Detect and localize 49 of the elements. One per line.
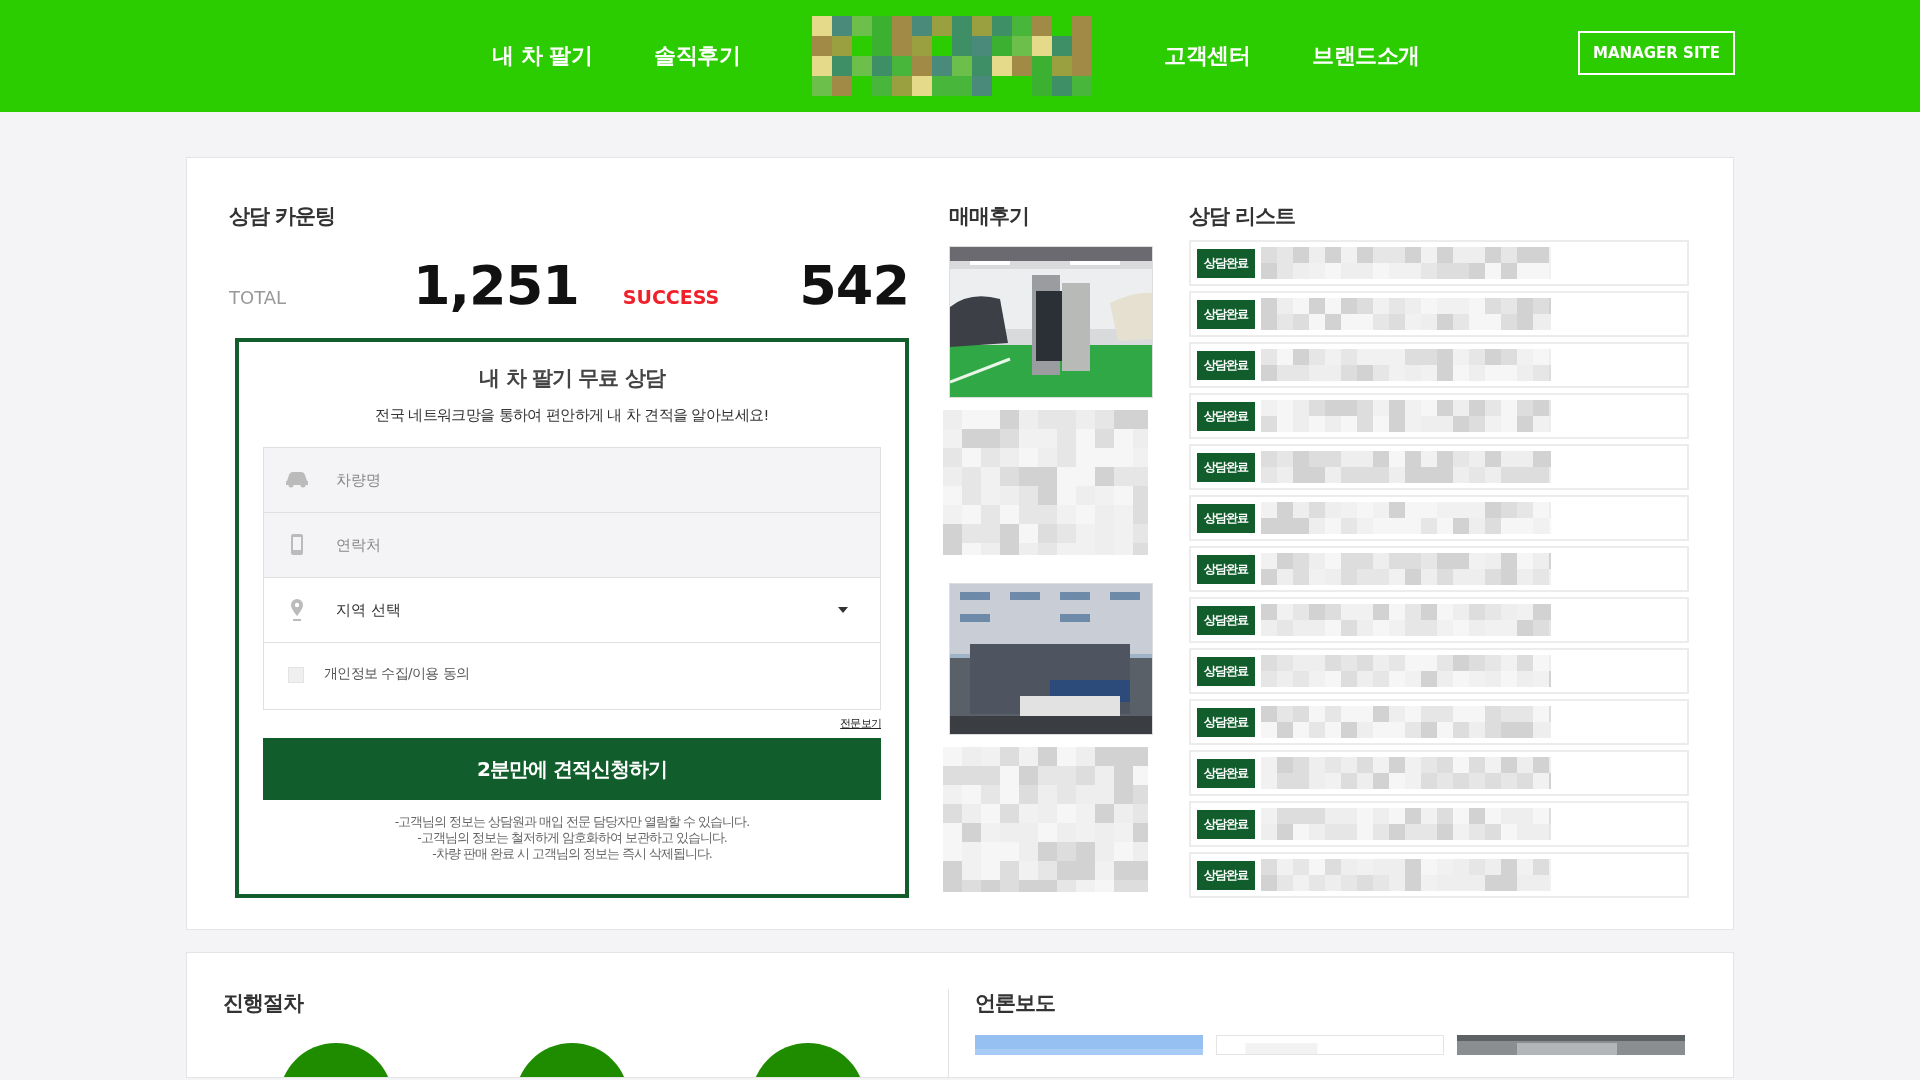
section-title: 언론보도 bbox=[975, 990, 1056, 1017]
status-badge: 상담완료 bbox=[1197, 707, 1255, 737]
status-badge: 상담완료 bbox=[1197, 605, 1255, 635]
list-row[interactable]: 상담완료 bbox=[1189, 597, 1689, 643]
status-badge: 상담완료 bbox=[1197, 452, 1255, 482]
list-row[interactable]: 상담완료 bbox=[1189, 444, 1689, 490]
success-label: SUCCESS bbox=[622, 286, 720, 308]
input-field[interactable]: 연락처 bbox=[264, 513, 880, 578]
notice-text: -차량 판매 완료 시 고객님의 정보는 즉시 삭제됩니다. bbox=[431, 846, 713, 862]
notice-text: -고객님의 정보는 철저하게 암호화하여 보관하고 있습니다. bbox=[416, 830, 728, 846]
status-badge: 상담완료 bbox=[1197, 503, 1255, 533]
list-row[interactable]: 상담완료 bbox=[1189, 852, 1689, 898]
status-badge: 상담완료 bbox=[1197, 554, 1255, 584]
consent-checkbox[interactable] bbox=[288, 667, 304, 683]
status-badge: 상담완료 bbox=[1197, 656, 1255, 686]
section-title: 상담 카운팅 bbox=[229, 203, 337, 230]
consent-label: 개인정보 수집/이용 동의 bbox=[324, 665, 470, 683]
text-input[interactable]: 차량명 bbox=[336, 448, 860, 512]
form-title: 내 차 팔기 무료 상담 bbox=[478, 365, 667, 392]
list-row[interactable]: 상담완료 bbox=[1189, 393, 1689, 439]
status-badge: 상담완료 bbox=[1197, 401, 1255, 431]
status-badge: 상담완료 bbox=[1197, 860, 1255, 890]
submit-button[interactable]: 2분만에 견적신청하기 bbox=[263, 738, 881, 800]
list-row[interactable]: 상담완료 bbox=[1189, 750, 1689, 796]
list-row[interactable]: 상담완료 bbox=[1189, 546, 1689, 592]
notice-text: -고객님의 정보는 상담원과 매입 전문 담당자만 열람할 수 있습니다. bbox=[393, 814, 751, 830]
status-badge: 상담완료 bbox=[1197, 809, 1255, 839]
form-subtitle: 전국 네트워크망을 통하여 편안하게 내 차 견적을 알아보세요! bbox=[374, 406, 770, 425]
status-badge: 상담완료 bbox=[1197, 758, 1255, 788]
input-field[interactable]: 차량명 bbox=[264, 448, 880, 513]
list-row[interactable]: 상담완료 bbox=[1189, 291, 1689, 337]
status-badge: 상담완료 bbox=[1197, 248, 1255, 278]
list-row[interactable]: 상담완료 bbox=[1189, 801, 1689, 847]
list-row[interactable]: 상담완료 bbox=[1189, 240, 1689, 286]
list-row[interactable]: 상담완료 bbox=[1189, 495, 1689, 541]
status-badge: 상담완료 bbox=[1197, 350, 1255, 380]
list-row[interactable]: 상담완료 bbox=[1189, 342, 1689, 388]
section-title: 매매후기 bbox=[949, 203, 1030, 230]
list-row[interactable]: 상담완료 bbox=[1189, 699, 1689, 745]
dropdown-caret-icon bbox=[838, 607, 848, 613]
status-badge: 상담완료 bbox=[1197, 299, 1255, 329]
section-title: 상담 리스트 bbox=[1189, 203, 1297, 230]
section-title: 진행절차 bbox=[223, 990, 305, 1017]
text-input[interactable]: 연락처 bbox=[336, 513, 860, 577]
total-count: 1,251 bbox=[413, 254, 579, 317]
success-count: 542 bbox=[799, 254, 909, 317]
total-label: TOTAL bbox=[229, 287, 288, 308]
view-full-link[interactable]: 전문보기 bbox=[840, 715, 881, 731]
list-row[interactable]: 상담완료 bbox=[1189, 648, 1689, 694]
